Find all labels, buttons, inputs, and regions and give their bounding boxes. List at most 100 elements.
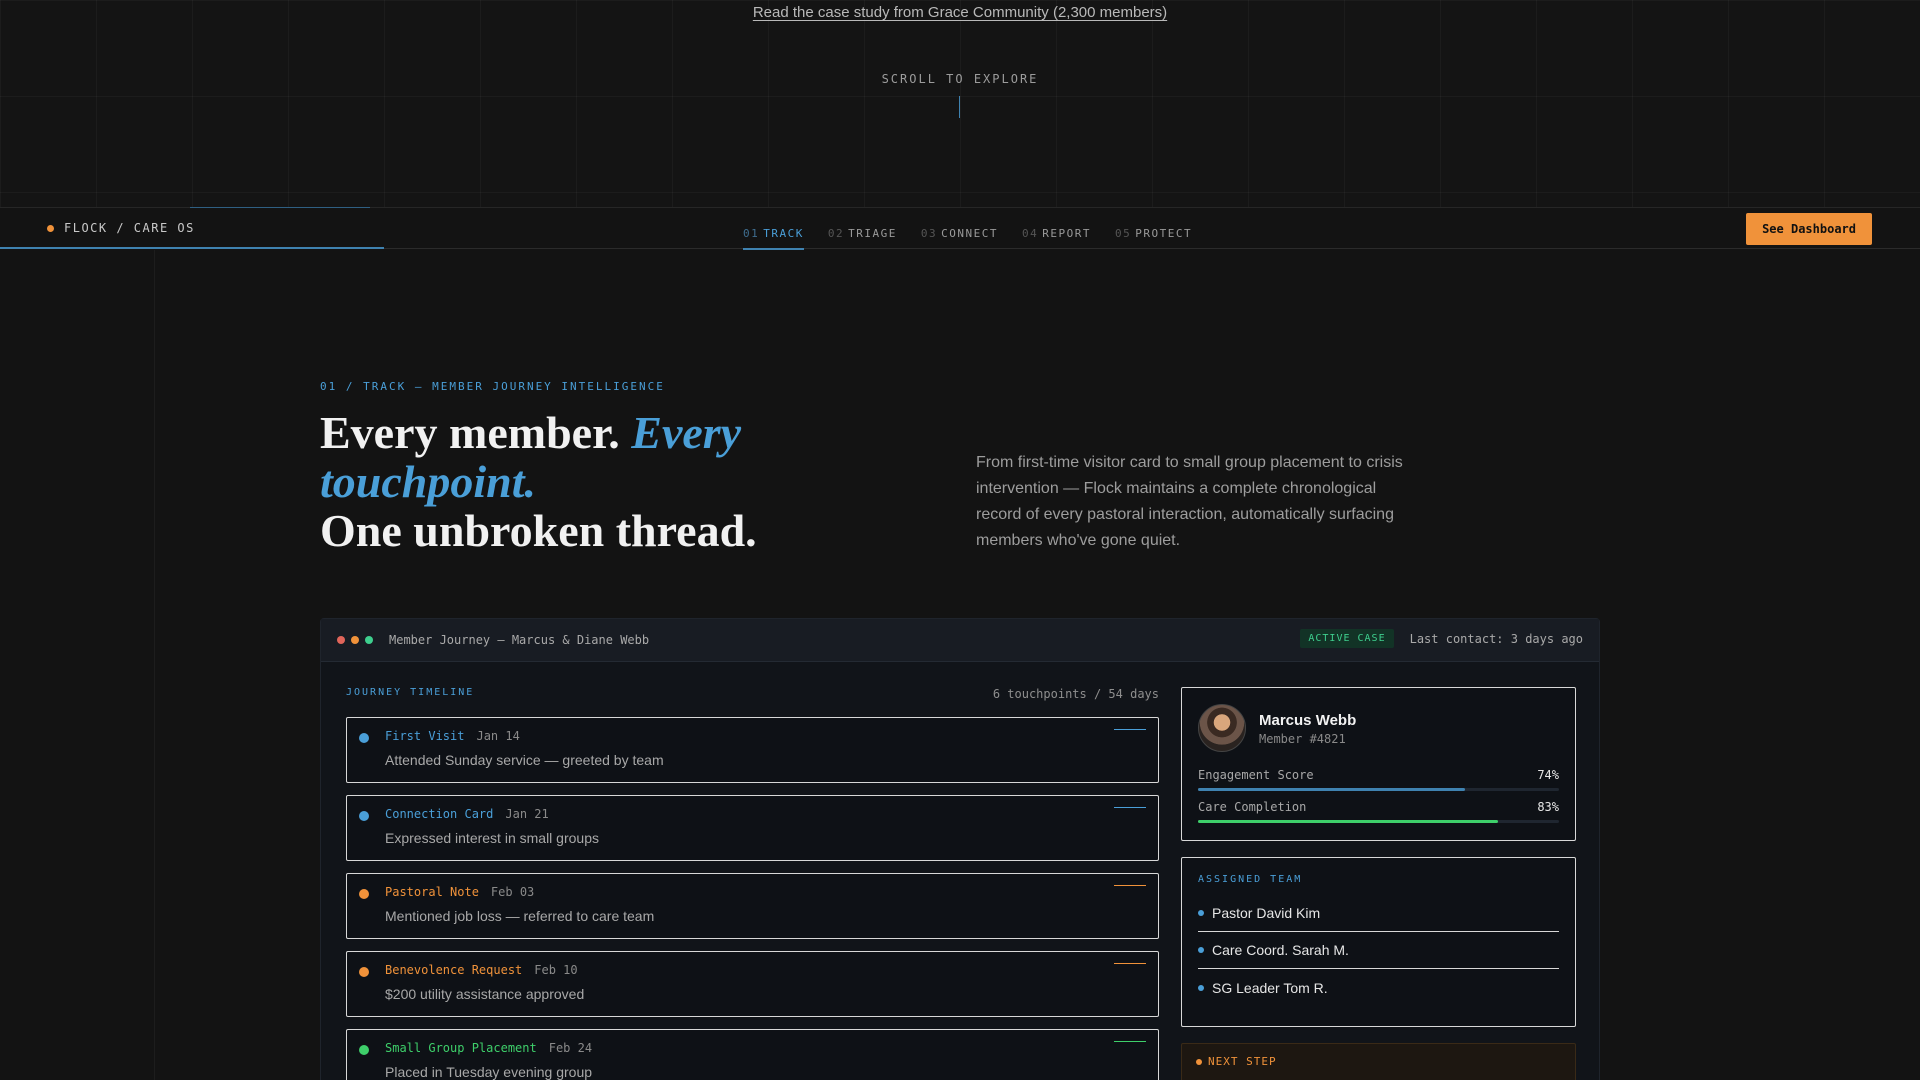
timeline-count: 6 touchpoints / 54 days	[992, 687, 1159, 701]
headline-part-3: One unbroken thread.	[320, 505, 757, 556]
scroll-label: SCROLL TO EXPLORE	[881, 72, 1039, 86]
touchpoint-description: Placed in Tuesday evening group	[385, 1064, 593, 1080]
window-close-icon	[337, 636, 345, 644]
timeline-header: JOURNEY TIMELINE 6 touchpoints / 54 days	[346, 687, 1159, 701]
panel-header-right: ACTIVE CASE Last contact: 3 days ago	[1300, 629, 1583, 648]
touchpoint-description: Expressed interest in small groups	[385, 830, 599, 846]
bullet-icon	[1198, 910, 1204, 916]
case-study-link-wrap: Read the case study from Grace Community…	[0, 4, 1920, 22]
engagement-score: Engagement Score 74%	[1198, 768, 1559, 791]
touchpoint-header: Pastoral Note Feb 03	[385, 885, 1158, 899]
scroll-indicator	[959, 96, 960, 118]
tab-label: TRIAGE	[848, 227, 897, 240]
member-journey-panel: Member Journey — Marcus & Diane Webb ACT…	[320, 618, 1600, 1080]
touchpoint-accent-line	[1114, 807, 1146, 808]
next-step-dot-icon	[1196, 1058, 1202, 1065]
touchpoint-accent-line	[1114, 1041, 1146, 1042]
tab-number: 02	[827, 227, 845, 240]
scroll-progress-bar	[0, 247, 384, 249]
team-member-name: Care Coord. Sarah M.	[1212, 942, 1349, 958]
tab-report[interactable]: 04 REPORT	[1022, 227, 1091, 250]
tab-label: CONNECT	[941, 227, 998, 240]
tab-label: REPORT	[1042, 227, 1091, 240]
tab-triage[interactable]: 02 TRIAGE	[828, 227, 897, 250]
touchpoint-date: Feb 03	[490, 885, 535, 899]
touchpoint-title: Connection Card	[385, 807, 494, 821]
case-study-link[interactable]: Read the case study from Grace Community…	[753, 4, 1167, 21]
section-eyebrow: 01 / TRACK — MEMBER JOURNEY INTELLIGENCE	[320, 380, 665, 393]
touchpoint-description: $200 utility assistance approved	[385, 986, 585, 1002]
touchpoint-accent-line	[1114, 885, 1146, 886]
touchpoint-date: Jan 21	[505, 807, 549, 821]
team-member[interactable]: Care Coord. Sarah M.	[1198, 932, 1559, 969]
metric-bar-track	[1198, 820, 1559, 823]
window-minimize-icon	[351, 636, 359, 644]
metric-bar-fill	[1198, 788, 1466, 791]
tab-connect[interactable]: 03 CONNECT	[921, 227, 998, 250]
tab-label: PROTECT	[1135, 227, 1193, 240]
metric-label: Care Completion	[1198, 800, 1307, 814]
touchpoint-card[interactable]: Benevolence Request Feb 10 $200 utility as…	[346, 951, 1159, 1017]
brand-label: FLOCK / CARE OS	[64, 221, 195, 235]
avatar	[1198, 704, 1246, 752]
metric-value: 83%	[1537, 800, 1559, 814]
touchpoint-card[interactable]: Pastoral Note Feb 03 Mentioned job loss — …	[346, 873, 1159, 939]
next-step-card[interactable]: NEXT STEP	[1181, 1043, 1576, 1080]
window-controls	[337, 636, 373, 644]
status-dot-icon	[359, 1045, 369, 1055]
touchpoint-date: Jan 14	[476, 729, 520, 743]
touchpoint-list: First Visit Jan 14 Attended Sunday service…	[346, 717, 1159, 1080]
tab-number: 04	[1021, 227, 1039, 240]
touchpoint-header: Small Group Placement Feb 24	[385, 1041, 1158, 1055]
next-step-label-row: NEXT STEP	[1196, 1055, 1561, 1068]
metric-bar-fill	[1198, 820, 1498, 823]
touchpoint-title: Benevolence Request	[385, 963, 523, 977]
see-dashboard-button[interactable]: See Dashboard	[1746, 213, 1872, 245]
next-step-label: NEXT STEP	[1208, 1055, 1277, 1068]
touchpoint-header: Connection Card Jan 21	[385, 807, 1158, 821]
tab-number: 01	[743, 227, 760, 240]
status-dot-icon	[359, 967, 369, 977]
touchpoint-accent-line	[1114, 729, 1146, 730]
member-sidebar: Marcus Webb Member #4821 Engagement Scor…	[1181, 687, 1576, 1080]
last-contact: Last contact: 3 days ago	[1409, 631, 1583, 646]
status-badge: ACTIVE CASE	[1300, 629, 1394, 648]
metric-row: Engagement Score 74%	[1198, 768, 1559, 782]
journey-timeline: JOURNEY TIMELINE 6 touchpoints / 54 days…	[346, 687, 1159, 1080]
tab-track[interactable]: 01 TRACK	[743, 227, 804, 250]
touchpoint-card[interactable]: Small Group Placement Feb 24 Placed in Tue…	[346, 1029, 1159, 1080]
metric-bar-track	[1198, 788, 1559, 791]
window-maximize-icon	[365, 636, 373, 644]
team-label: ASSIGNED TEAM	[1198, 874, 1303, 885]
touchpoint-card[interactable]: Connection Card Jan 21 Expressed interest …	[346, 795, 1159, 861]
timeline-label: JOURNEY TIMELINE	[346, 687, 475, 698]
touchpoint-date: Feb 10	[534, 963, 578, 977]
status-dot-icon	[359, 811, 369, 821]
touchpoint-title: First Visit	[385, 729, 465, 743]
care-completion: Care Completion 83%	[1198, 800, 1559, 823]
touchpoint-accent-line	[1114, 963, 1146, 964]
touchpoint-header: First Visit Jan 14	[385, 729, 1158, 743]
team-member[interactable]: SG Leader Tom R.	[1198, 969, 1559, 1006]
headline-part-1: Every member.	[320, 407, 632, 458]
tab-protect[interactable]: 05 PROTECT	[1115, 227, 1192, 250]
gutter-divider	[154, 250, 155, 1080]
touchpoint-title: Small Group Placement	[385, 1041, 537, 1055]
team-member[interactable]: Pastor David Kim	[1198, 895, 1559, 932]
team-member-name: Pastor David Kim	[1212, 905, 1321, 921]
brand[interactable]: FLOCK / CARE OS	[47, 221, 195, 235]
assigned-team-card: ASSIGNED TEAM Pastor David Kim Care Coor…	[1181, 857, 1576, 1027]
bullet-icon	[1198, 984, 1204, 991]
status-dot-icon	[359, 889, 369, 899]
section-headline: Every member. Every touchpoint. One unbr…	[320, 408, 860, 555]
member-profile-card[interactable]: Marcus Webb Member #4821 Engagement Scor…	[1181, 687, 1576, 841]
section-navbar: FLOCK / CARE OS 01 TRACK 02 TRIAGE 03 CONNECT…	[0, 207, 1920, 250]
tab-number: 03	[920, 227, 938, 240]
member-id: Member #4821	[1259, 732, 1346, 746]
status-dot-icon	[359, 733, 369, 743]
panel-header: Member Journey — Marcus & Diane Webb ACT…	[321, 619, 1599, 662]
section-lede: From first-time visitor card to small gr…	[976, 454, 1403, 549]
track-section: 01 / TRACK — MEMBER JOURNEY INTELLIGENCE…	[0, 250, 1920, 1080]
metric-value: 74%	[1537, 768, 1559, 782]
touchpoint-card[interactable]: First Visit Jan 14 Attended Sunday service…	[346, 717, 1159, 783]
